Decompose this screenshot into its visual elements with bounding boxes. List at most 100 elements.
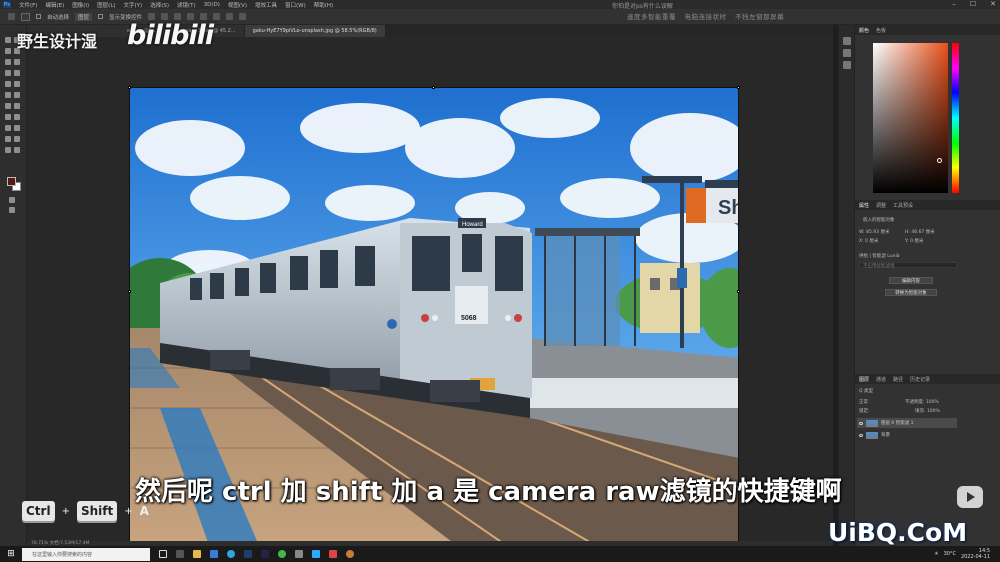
clock[interactable]: 14:5 2022-04-11 [961, 548, 990, 560]
history-brush-icon[interactable] [5, 92, 11, 98]
height-value[interactable]: H: 46.67 厘米 [905, 229, 935, 235]
type-icon[interactable] [5, 125, 11, 131]
eraser-icon[interactable] [14, 92, 20, 98]
transform-handle-tl[interactable] [128, 86, 131, 89]
layer-row-smart-object[interactable]: 图层 0 智能滤 1 [857, 418, 957, 428]
close-icon[interactable]: ✕ [990, 0, 996, 8]
frame-icon[interactable] [14, 59, 20, 65]
menu-item-view[interactable]: 视图(V) [228, 1, 247, 9]
menu-item-select[interactable]: 选择(S) [150, 1, 169, 9]
menu-item-plugins[interactable]: 增效工具 [255, 1, 277, 9]
tab-adjustments[interactable]: 调整 [876, 202, 886, 209]
brush-icon[interactable] [5, 81, 11, 87]
tab-paths[interactable]: 路径 [893, 376, 903, 383]
opacity-value[interactable]: 不透明度: 100% [905, 399, 939, 405]
menu-item-image[interactable]: 图像(I) [72, 1, 89, 9]
transform-handle-mr[interactable] [737, 290, 740, 293]
taskbar-search-input[interactable]: 在这里输入你要搜索的内容 [22, 547, 150, 561]
align-left-icon[interactable] [148, 13, 156, 20]
distribute-icon[interactable] [213, 13, 221, 20]
hue-slider[interactable] [952, 43, 959, 193]
transform-handle-ml[interactable] [128, 290, 131, 293]
align-center-icon[interactable] [161, 13, 169, 20]
blend-mode-select[interactable]: 正常 [859, 399, 868, 405]
task-view-icon[interactable] [159, 550, 167, 558]
quick-mask-icon[interactable] [9, 197, 15, 203]
tab-swatches[interactable]: 色板 [876, 27, 886, 34]
align-right-icon[interactable] [174, 13, 182, 20]
hand-icon[interactable] [14, 136, 20, 142]
edge-icon[interactable] [227, 550, 235, 558]
3d-mode-icon[interactable] [239, 13, 247, 20]
history-panel-icon[interactable] [843, 37, 851, 45]
weather-temp[interactable]: 30°C [944, 551, 956, 557]
tab-document-active[interactable]: gaku-HyE7Y9piVLo-unsplash.jpg @ 58.5%(RG… [244, 25, 386, 37]
ps-active-icon[interactable] [312, 550, 320, 558]
wechat-icon[interactable] [278, 550, 286, 558]
pen-icon[interactable] [14, 114, 20, 120]
align-top-icon[interactable] [187, 13, 195, 20]
gradient-icon[interactable] [5, 103, 11, 109]
media-icon[interactable] [329, 550, 337, 558]
path-select-icon[interactable] [14, 125, 20, 131]
minimize-icon[interactable]: – [952, 0, 956, 8]
color-picker-cursor[interactable] [937, 158, 942, 163]
transform-handle-tr[interactable] [737, 86, 740, 89]
menu-item-window[interactable]: 窗口(W) [285, 1, 306, 9]
width-value[interactable]: W: 85.93 厘米 [859, 229, 889, 235]
weather-icon[interactable]: ☀ [934, 551, 938, 557]
screen-mode-icon[interactable] [9, 207, 15, 213]
show-transform-checkbox[interactable] [98, 14, 104, 19]
photoshop-logo-icon[interactable]: Ps [3, 1, 11, 8]
more-options-icon[interactable] [226, 13, 234, 20]
fill-value[interactable]: 填充: 100% [915, 408, 940, 414]
app-grid-icon[interactable] [176, 550, 184, 558]
convert-layer-button[interactable]: 转换为智能对象 [885, 289, 937, 296]
file-explorer-icon[interactable] [193, 550, 201, 558]
more-tools-icon[interactable] [14, 147, 20, 153]
color-field[interactable] [873, 43, 948, 193]
edit-content-button[interactable]: 编辑内容 [889, 277, 933, 284]
tab-properties[interactable]: 属性 [859, 202, 869, 209]
foreground-color-swatch[interactable] [7, 177, 16, 186]
menu-item-layer[interactable]: 图层(L) [97, 1, 115, 9]
menu-item-3d[interactable]: 3D(D) [204, 2, 220, 8]
tab-color[interactable]: 颜色 [859, 27, 869, 34]
zoom-icon[interactable] [5, 147, 11, 153]
layer-row-background[interactable]: 背景 [857, 430, 957, 440]
blur-icon[interactable] [14, 103, 20, 109]
align-middle-icon[interactable] [200, 13, 208, 20]
store-icon[interactable] [210, 550, 218, 558]
browser-icon[interactable] [346, 550, 354, 558]
menu-item-file[interactable]: 文件(F) [19, 1, 37, 9]
y-value[interactable]: Y: 0 厘米 [905, 238, 923, 244]
actions-panel-icon[interactable] [843, 61, 851, 69]
move-tool-icon[interactable] [8, 13, 15, 20]
auto-select-target[interactable]: 图层 [75, 12, 93, 21]
eye-icon[interactable] [859, 433, 863, 437]
marquee-icon[interactable] [5, 48, 11, 54]
tab-tool-presets[interactable]: 工具预设 [893, 202, 913, 209]
app-icon[interactable] [295, 550, 303, 558]
healing-icon[interactable] [14, 70, 20, 76]
tool-preset-picker[interactable] [21, 12, 30, 21]
premiere-taskbar-icon[interactable] [261, 550, 269, 558]
crop-icon[interactable] [5, 59, 11, 65]
menu-item-help[interactable]: 帮助(H) [314, 1, 333, 9]
eyedropper-icon[interactable] [5, 70, 11, 76]
shape-icon[interactable] [5, 136, 11, 142]
stamp-icon[interactable] [14, 81, 20, 87]
photoshop-taskbar-icon[interactable] [244, 550, 252, 558]
tab-history[interactable]: 历史记录 [910, 376, 930, 383]
move-icon[interactable] [5, 37, 11, 43]
transform-handle-tc[interactable] [432, 86, 435, 89]
layer-kind-filter[interactable]: Q 类型 [859, 388, 873, 394]
x-value[interactable]: X: 0 厘米 [859, 238, 878, 244]
maximize-icon[interactable]: ☐ [970, 0, 976, 8]
menu-item-filter[interactable]: 滤镜(T) [177, 1, 196, 9]
brush-panel-icon[interactable] [843, 49, 851, 57]
auto-select-checkbox[interactable] [36, 14, 41, 19]
tab-channels[interactable]: 通道 [876, 376, 886, 383]
dodge-icon[interactable] [5, 114, 11, 120]
tab-layers[interactable]: 图层 [859, 376, 869, 383]
